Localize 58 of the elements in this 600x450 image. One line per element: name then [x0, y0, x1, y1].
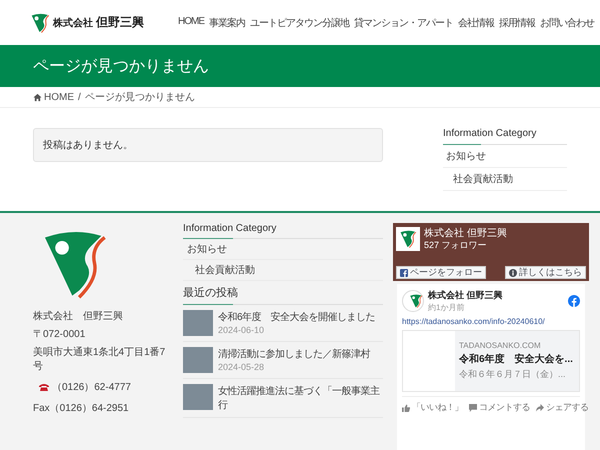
page-name: 株式会社 但野三興	[424, 226, 507, 240]
breadcrumb-separator: /	[78, 92, 81, 102]
post-action-button[interactable]: シェアする	[536, 401, 588, 414]
learn-more-button[interactable]: 詳しくはこちら	[505, 266, 586, 279]
category-link[interactable]: 社会貢献活動	[443, 168, 567, 191]
speech-bubble-icon	[469, 404, 477, 412]
post-title-link[interactable]: 女性活躍推進法に基づく「一般事業主行	[218, 384, 383, 412]
post-date: 2024-06-10	[218, 325, 266, 335]
post-action-button[interactable]: 「いいね！」	[402, 401, 463, 414]
nav-link[interactable]: 事業案内	[209, 16, 245, 30]
postal-code: 〒072-0001	[33, 328, 86, 341]
nav-link[interactable]: HOME	[178, 16, 204, 30]
breadcrumb-current: ページが見つかりません	[84, 91, 195, 104]
link-preview[interactable]: TADANOSANKO.COM 令和6年度 安全大会を... 令和６年６月７日（金）...	[402, 330, 580, 392]
photo-placeholder	[183, 310, 213, 336]
facebook-icon	[400, 268, 408, 276]
sidebar-heading: Information Category	[443, 128, 567, 145]
category-link[interactable]: お知らせ	[443, 145, 567, 168]
post-title-link[interactable]: 令和6年度 安全大会を開催しました	[218, 310, 376, 324]
widget-heading: Information Category	[183, 223, 383, 239]
nav-link[interactable]: 会社情報	[458, 16, 494, 30]
preview-image-placeholder	[403, 331, 455, 391]
follower-count: 527 フォロワー	[424, 239, 487, 252]
page-title: ページが見つかりません	[33, 56, 209, 76]
empty-notice: 投稿はありません。	[33, 128, 383, 162]
company-name: 株式会社 但野三興	[33, 310, 124, 323]
post-action-button[interactable]: コメントする	[469, 401, 530, 414]
post-time: 約1か月前	[428, 302, 466, 313]
preview-domain: TADANOSANKO.COM	[459, 341, 542, 350]
widget-heading: 最近の投稿	[183, 285, 383, 305]
preview-title: 令和6年度 安全大会を...	[459, 352, 573, 366]
share-arrow-icon	[536, 404, 544, 412]
phone-number: （0126）62-4777	[52, 381, 131, 394]
home-icon	[33, 92, 42, 102]
photo-placeholder	[183, 384, 213, 410]
thumbs-up-icon	[402, 404, 410, 412]
photo-placeholder	[183, 347, 213, 373]
fax-number: Fax（0126）64-2951	[33, 402, 130, 415]
nav-link[interactable]: 貸マンション・アパート	[354, 16, 453, 30]
phone-icon	[39, 383, 49, 391]
category-link[interactable]: お知らせ	[183, 239, 383, 260]
preview-description: 令和６年６月７日（金）...	[459, 368, 567, 381]
logo-icon	[30, 12, 50, 32]
nav-link[interactable]: お問い合わせ	[540, 16, 594, 30]
category-link[interactable]: 社会貢献活動	[183, 260, 383, 281]
follow-button[interactable]: ページをフォロー	[396, 266, 486, 279]
logo-icon	[409, 294, 423, 308]
post-title-link[interactable]: 清掃活動に参加しました／新篠津村	[218, 347, 370, 361]
author-name[interactable]: 株式会社 但野三興	[428, 289, 503, 302]
address: 美唄市大通東1条北4丁目1番7号	[33, 346, 166, 373]
info-icon	[509, 268, 517, 276]
post-link[interactable]: https://tadanosanko.com/info-20240610/	[402, 317, 580, 326]
nav-link[interactable]: 採用情報	[499, 16, 535, 30]
facebook-icon	[568, 295, 580, 307]
nav-link[interactable]: ユートピアタウン分譲地	[250, 16, 349, 30]
site-logo[interactable]: 株式会社 但野三興	[30, 12, 144, 32]
breadcrumb-home-link[interactable]: HOME	[33, 92, 74, 102]
post-date: 2024-05-28	[218, 362, 266, 372]
